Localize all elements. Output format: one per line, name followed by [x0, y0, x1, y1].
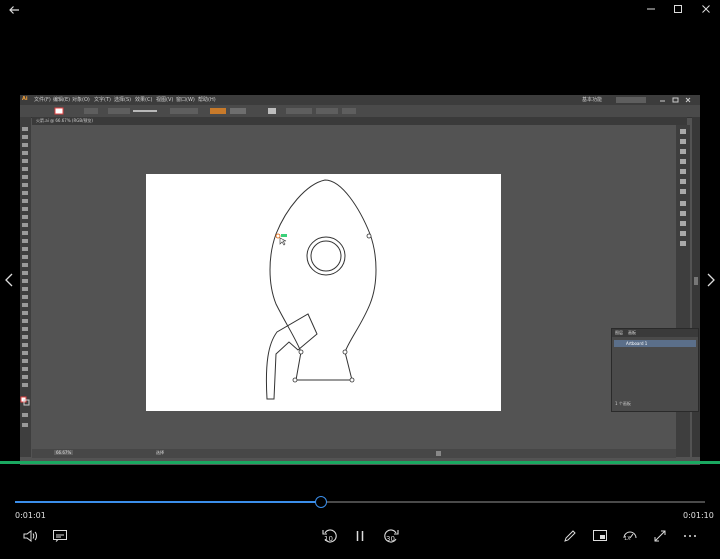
fullscreen-icon[interactable] [650, 526, 670, 546]
menu-file: 文件(F) [34, 97, 51, 103]
current-time: 0:01:01 [15, 511, 46, 520]
menu-help: 帮助(H) [198, 97, 216, 103]
previous-chevron-icon[interactable] [2, 270, 16, 290]
artboard [146, 174, 501, 411]
captions-icon[interactable] [50, 527, 70, 545]
layer-row: Artboard 1 [626, 341, 648, 346]
edit-pencil-icon[interactable] [560, 526, 580, 546]
video-bottom-edge [0, 461, 720, 464]
menu-view: 视图(V) [156, 97, 174, 103]
mini-view-icon[interactable] [590, 526, 610, 546]
back-arrow-icon[interactable] [6, 3, 22, 17]
maximize-icon[interactable] [671, 3, 685, 15]
volume-icon[interactable] [20, 527, 40, 545]
status-bar: 66.67% 选择 [32, 449, 676, 458]
playback-speed-label: 1X [624, 536, 631, 542]
layers-panel: 图层 画板 Artboard 1 1 个画板 [611, 328, 699, 412]
seek-bar-thumb[interactable] [314, 496, 327, 508]
layers-panel-footer: 1 个画板 [615, 401, 631, 406]
search-box [616, 97, 646, 103]
document-tab: 火箭.ai @ 66.67% (RGB/预览) [32, 117, 687, 125]
artboards-tab: 画板 [628, 330, 636, 335]
minimize-icon[interactable] [644, 3, 658, 15]
menu-object: 对象(O) [72, 97, 90, 103]
document-tab-label: 火箭.ai @ 66.67% (RGB/预览) [36, 118, 93, 123]
close-icon[interactable] [699, 3, 713, 15]
seek-bar-progress [15, 501, 321, 503]
skip-back-seconds: 10 [324, 535, 333, 543]
menu-type: 文字(T) [94, 97, 111, 103]
workspace-label: 基本功能 [582, 97, 603, 103]
layers-tab: 图层 [615, 330, 623, 335]
ai-logo: Ai [22, 96, 28, 102]
rocket-drawing [265, 179, 377, 400]
menu-window: 窗口(W) [176, 97, 195, 103]
duration-time: 0:01:10 [683, 511, 714, 520]
video-frame: Ai 文件(F) 编辑(E) 对象(O) 文字(T) 选择(S) 效果(C) 视… [20, 95, 700, 465]
pause-icon[interactable] [350, 525, 370, 547]
status-text: 选择 [156, 450, 164, 455]
menu-select: 选择(S) [114, 97, 132, 103]
more-options-icon[interactable] [680, 526, 700, 546]
menu-effect: 效果(C) [135, 97, 153, 103]
skip-forward-seconds: 30 [386, 535, 395, 543]
zoom-field: 66.67% [54, 450, 74, 455]
tools-panel [20, 117, 31, 457]
next-chevron-icon[interactable] [704, 270, 718, 290]
menu-edit: 编辑(E) [53, 97, 71, 103]
window-buttons [656, 97, 696, 103]
illustrator-menubar: Ai 文件(F) 编辑(E) 对象(O) 文字(T) 选择(S) 效果(C) 视… [20, 95, 700, 105]
